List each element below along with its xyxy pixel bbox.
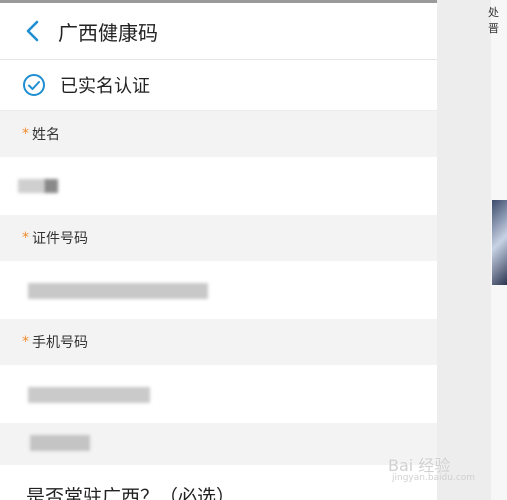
id-number-label: 证件号码 — [32, 231, 88, 247]
redacted-phone-number — [28, 387, 150, 403]
required-mark: * — [22, 334, 29, 350]
resident-question: 是否常驻广西？（必选） — [26, 486, 236, 500]
phone-screen: 广西健康码 已实名认证 * 姓名 * 证件号码 * 手机号码 是否常驻广西？（必… — [0, 0, 437, 500]
name-field[interactable] — [0, 157, 437, 215]
redacted-name-part — [44, 179, 58, 193]
redacted-value — [30, 435, 90, 451]
name-label: 姓名 — [32, 127, 60, 143]
verified-label: 已实名认证 — [60, 76, 150, 97]
required-mark: * — [22, 126, 29, 142]
phone-number-label: 手机号码 — [32, 335, 88, 351]
redacted-name — [18, 179, 44, 193]
id-number-field[interactable] — [0, 261, 437, 319]
redacted-id-number — [28, 283, 208, 299]
page-title: 广西健康码 — [58, 20, 158, 45]
name-label-row: * 姓名 — [0, 111, 437, 157]
verification-status: 已实名认证 — [0, 60, 437, 111]
required-mark: * — [22, 230, 29, 246]
phone-label-row: * 手机号码 — [0, 319, 437, 365]
back-button[interactable] — [20, 19, 44, 43]
side-image — [492, 200, 507, 285]
check-circle-icon — [23, 74, 45, 96]
side-text: 处晋 — [488, 6, 499, 35]
id-label-row: * 证件号码 — [0, 215, 437, 261]
app-header: 广西健康码 — [0, 3, 437, 60]
phone-number-field[interactable] — [0, 365, 437, 423]
watermark-url: jingyan.baidu.com — [392, 473, 476, 483]
chevron-left-icon — [26, 20, 39, 42]
redacted-row — [0, 423, 437, 465]
